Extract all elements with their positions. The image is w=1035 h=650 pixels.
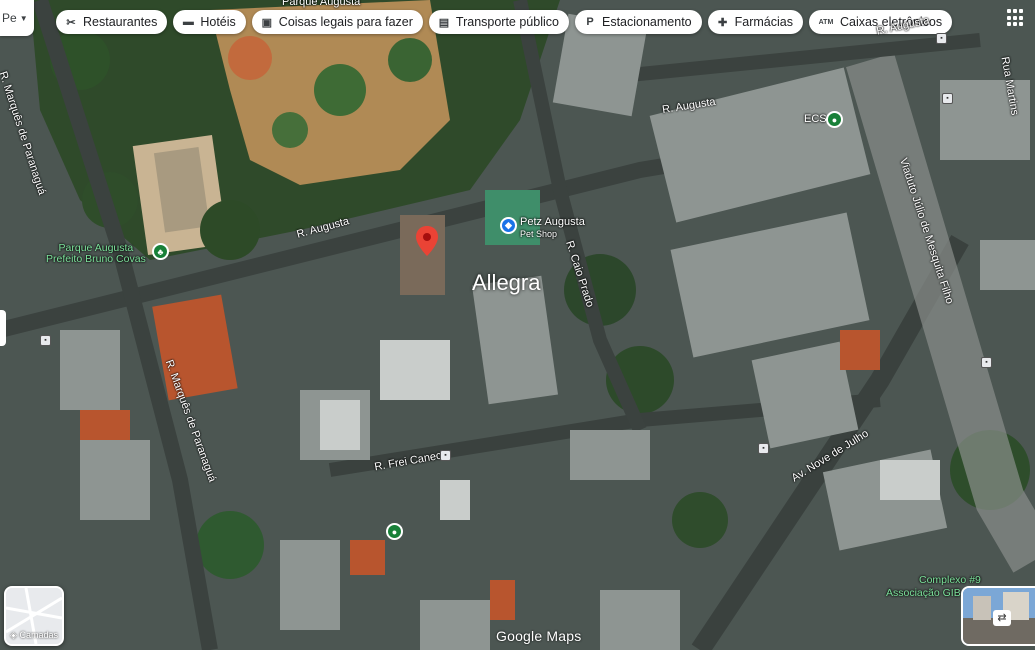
bus-stop-icon[interactable]: ▪ [942,93,953,104]
atm-icon: ATM [818,18,834,26]
satellite-imagery [0,0,1035,650]
chip-pharmacies[interactable]: ✚ Farmácias [707,10,803,34]
chip-label: Hotéis [200,15,236,29]
shop-pin-icon[interactable]: ◆ [500,217,517,234]
parking-icon: P [586,16,594,28]
bed-icon: ▬ [182,16,194,28]
chip-label: Coisas legais para fazer [278,15,413,29]
poi-label-parque-augusta[interactable]: Parque Augusta Prefeito Bruno Covas [46,243,146,265]
swap-icon: ⇄ [993,610,1011,626]
search-text: Pe [2,11,17,25]
camera-icon: ▣ [261,16,272,29]
location-pin-icon[interactable] [416,226,438,256]
poi-label-associacao[interactable]: Associação GIB [886,588,961,599]
satellite-map[interactable] [0,0,1035,650]
chip-label: Transporte público [455,15,559,29]
bus-stop-icon[interactable]: ▪ [40,335,51,346]
chip-label: Farmácias [734,15,793,29]
layers-stack-icon: ◈ [10,630,17,640]
poi-label-petz[interactable]: Petz Augusta [520,216,585,228]
google-maps-logo: Google Maps [496,628,582,644]
chip-restaurants[interactable]: ✂ Restaurantes [56,10,168,34]
chip-things-to-do[interactable]: ▣ Coisas legais para fazer [251,10,423,34]
poi-label-petz-sub: Pet Shop [520,229,558,239]
poi-label-ecs[interactable]: ECS [804,113,827,125]
pharmacy-icon: ✚ [718,16,728,29]
layers-label: ◈ Camadas [6,630,62,641]
chip-parking[interactable]: P Estacionamento [574,10,702,34]
apps-grid-icon[interactable] [1007,9,1025,27]
poi-label-complexo[interactable]: Complexo #9 [919,575,981,586]
bus-stop-icon[interactable]: ▪ [981,357,992,368]
search-box-stub[interactable]: Pe ▼ [0,0,34,36]
side-panel-toggle[interactable] [0,310,6,346]
bus-stop-icon[interactable]: ▪ [936,33,947,44]
street-view-thumbnail[interactable]: ⇄ [961,586,1035,646]
chip-label: Estacionamento [601,15,692,29]
place-label-allegra[interactable]: Allegra [472,270,540,296]
fork-knife-icon: ✂ [66,16,76,29]
park-pin-icon[interactable]: ♣ [152,243,169,260]
chip-hotels[interactable]: ▬ Hotéis [173,10,246,34]
layers-button[interactable]: ◈ Camadas [4,586,64,646]
chip-transit[interactable]: ▤ Transporte público [428,10,569,34]
chevron-down-icon[interactable]: ▼ [20,14,28,23]
layers-text: Camadas [19,630,58,640]
category-chips: ✂ Restaurantes ▬ Hotéis ▣ Coisas legais … [56,10,953,34]
poi-label-parque-augusta-top[interactable]: Parque Augusta [282,0,360,8]
bus-stop-icon[interactable]: ▪ [758,443,769,454]
train-icon: ▤ [438,16,450,29]
poi-pin-icon[interactable]: ● [386,523,403,540]
poi-pin-icon[interactable]: ● [826,111,843,128]
bus-stop-icon[interactable]: ▪ [440,450,451,461]
chip-label: Restaurantes [83,15,158,29]
